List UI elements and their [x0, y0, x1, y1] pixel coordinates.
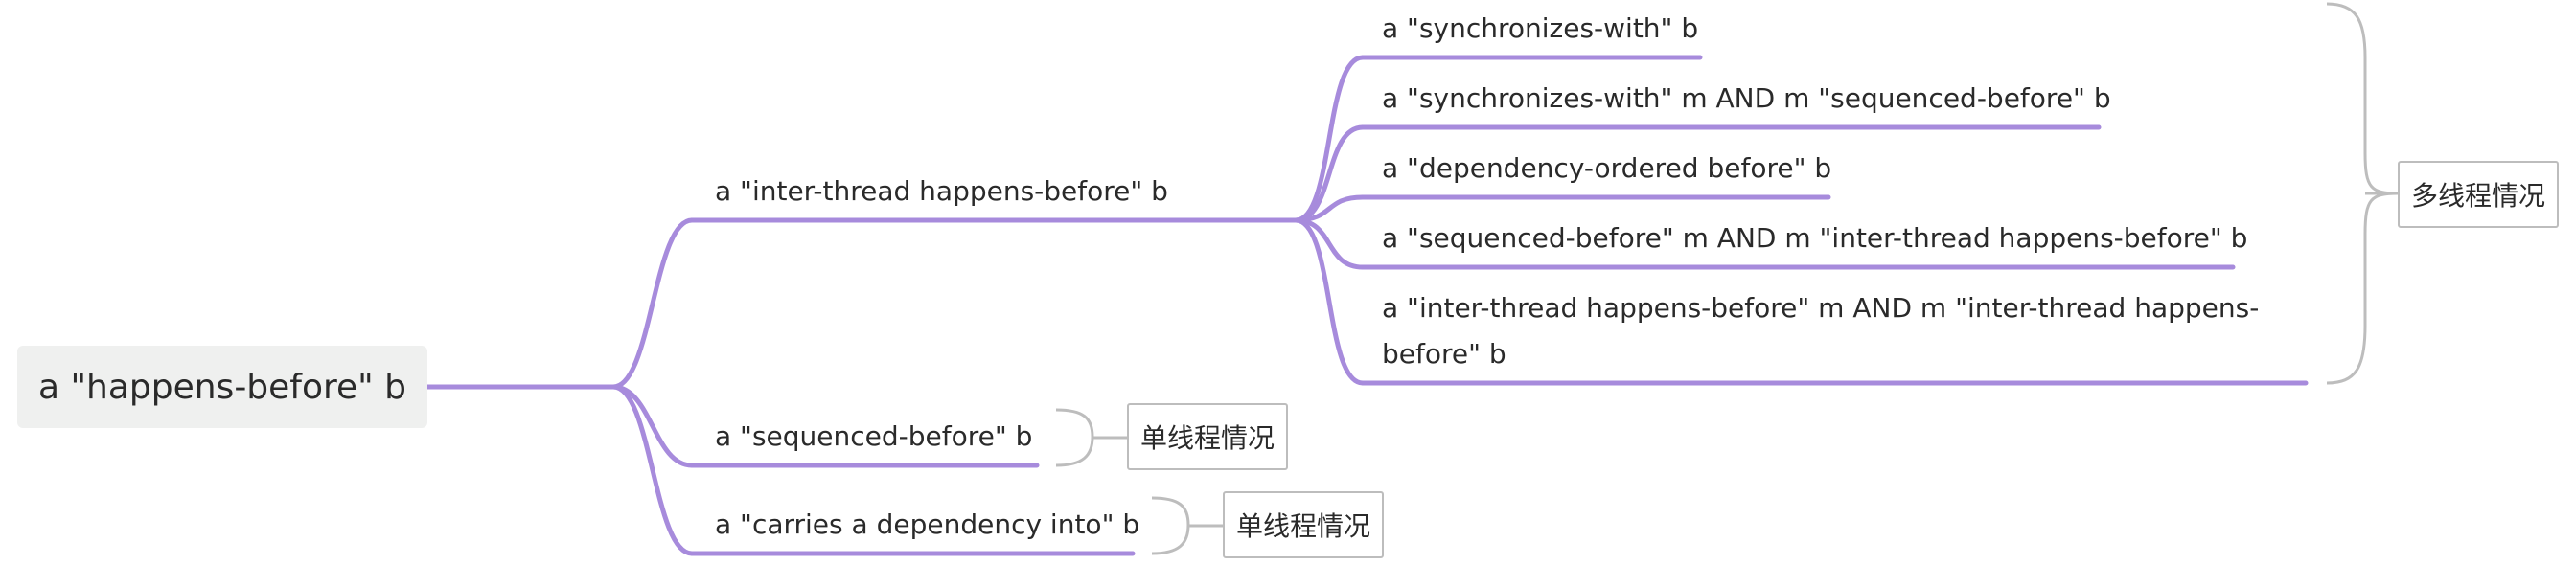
node-inter-thread-happens-before[interactable]: a "inter-thread happens-before" b: [715, 169, 1168, 215]
node-inter-child-3[interactable]: a "dependency-ordered before" b: [1382, 146, 1831, 192]
edge-root-carries: [610, 384, 695, 556]
root-node[interactable]: a "happens-before" b: [17, 346, 427, 428]
mindmap-connectors: [425, 2, 2399, 556]
node-inter-child-4[interactable]: a "sequenced-before" m AND m "inter-thre…: [1382, 215, 2247, 261]
single-thread-carries-bracket: [1151, 496, 1190, 555]
note-single-thread-carries[interactable]: 单线程情况: [1223, 491, 1384, 558]
node-inter-child-5[interactable]: a "inter-thread happens-before" m AND m …: [1382, 285, 2264, 377]
edge-root-seq: [610, 384, 695, 468]
mindmap-canvas: a "happens-before" b a "inter-thread hap…: [0, 0, 2576, 565]
node-sequenced-before[interactable]: a "sequenced-before" b: [715, 414, 1032, 460]
single-thread-seq-bracket: [1055, 408, 1094, 467]
note-single-thread-seq[interactable]: 单线程情况: [1127, 403, 1288, 470]
edge-root-inter: [425, 217, 695, 390]
node-inter-child-1[interactable]: a "synchronizes-with" b: [1382, 6, 1698, 52]
note-multi-thread[interactable]: 多线程情况: [2398, 161, 2559, 228]
node-inter-child-2[interactable]: a "synchronizes-with" m AND m "sequenced…: [1382, 76, 2111, 122]
node-carries-dependency[interactable]: a "carries a dependency into" b: [715, 502, 1139, 548]
